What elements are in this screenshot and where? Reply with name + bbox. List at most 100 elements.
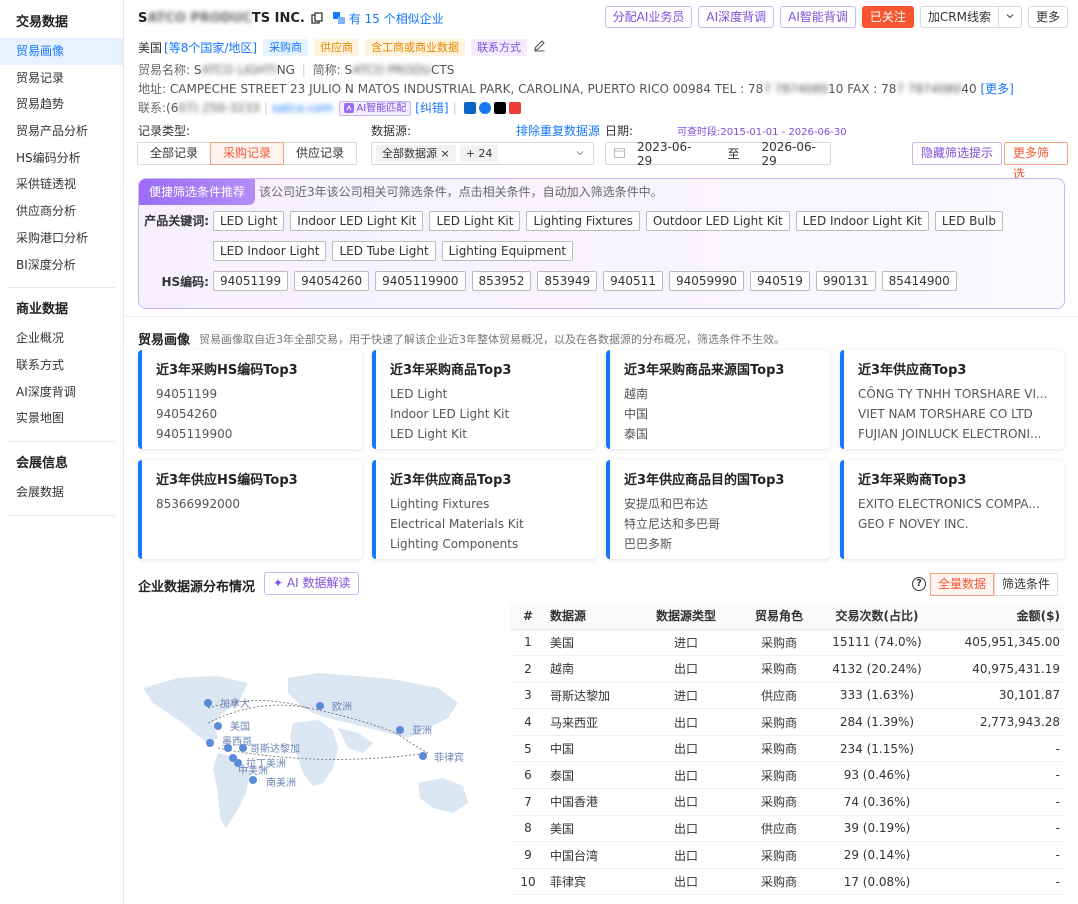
date-from[interactable]: 2023-06-29 (637, 140, 705, 168)
card-item[interactable]: Electrical Materials Kit (390, 514, 582, 534)
table-cell[interactable]: 采购商 (738, 788, 820, 816)
followed-button[interactable]: 已关注 (861, 6, 914, 28)
ai-data-interpret-button[interactable]: ✦ AI 数据解读 (264, 572, 360, 595)
table-row[interactable]: 4 马来西亚 出口 采购商 284 (1.39%) 2,773,943.28 (510, 708, 1064, 736)
table-row[interactable]: 5 中国 出口 采购商 234 (1.15%) - (510, 735, 1064, 763)
table-cell[interactable]: 采购商 (738, 868, 820, 896)
card-item[interactable]: 94054260 (156, 404, 348, 424)
table-row[interactable]: 7 中国香港 出口 采购商 74 (0.36%) - (510, 788, 1064, 816)
table-row[interactable]: 1 美国 进口 采购商 15111 (74.0%) 405,951,345.00 (510, 629, 1064, 657)
hs-code-tag[interactable]: 853952 (471, 271, 532, 291)
keyword-tag[interactable]: Outdoor LED Light Kit (645, 211, 790, 231)
sidebar-item-supplier-analysis[interactable]: 供应商分析 (0, 198, 123, 225)
table-cell[interactable]: 采购商 (738, 629, 820, 657)
card-item[interactable]: 中国 (624, 404, 816, 424)
ai-smart-check-button[interactable]: AI智能背调 (780, 6, 856, 28)
card-item[interactable]: Lighting Fixtures (390, 494, 582, 514)
sidebar-item-trade-trend[interactable]: 贸易趋势 (0, 91, 123, 118)
sidebar-item-street-map[interactable]: 实景地图 (0, 405, 123, 432)
hs-code-tag[interactable]: 940511 (603, 271, 663, 291)
hs-code-tag[interactable]: 940519 (750, 271, 810, 291)
card-item[interactable]: 越南 (624, 384, 816, 404)
x-twitter-icon[interactable] (493, 102, 506, 114)
card-item[interactable]: 安提瓜和巴布达 (624, 494, 816, 514)
add-crm-button[interactable]: 加CRM线索 (921, 7, 999, 27)
exclude-duplicate-link[interactable]: 排除重复数据源 (516, 122, 600, 139)
card-item[interactable]: Lighting Components (390, 534, 582, 554)
table-cell[interactable]: 采购商 (738, 841, 820, 869)
sidebar-item-trade-portrait[interactable]: 贸易画像 (0, 38, 123, 65)
card-item[interactable]: 泰国 (624, 424, 816, 444)
table-cell[interactable]: 采购商 (738, 735, 820, 763)
sidebar-item-expo-data[interactable]: 会展数据 (0, 479, 123, 506)
keyword-tag[interactable]: LED Light (213, 211, 285, 231)
sidebar-item-product-analysis[interactable]: 贸易产品分析 (0, 118, 123, 145)
table-cell[interactable]: 采购商 (738, 655, 820, 683)
card-item[interactable]: LED Light Kit (390, 424, 582, 444)
edit-icon[interactable] (533, 39, 546, 55)
record-type-all[interactable]: 全部记录 (137, 142, 212, 165)
card-item[interactable]: Indoor LED Light Kit (390, 404, 582, 424)
ai-deep-check-button[interactable]: AI深度背调 (698, 6, 775, 28)
keyword-tag[interactable]: Lighting Equipment (441, 241, 574, 261)
keyword-tag[interactable]: LED Bulb (934, 211, 1003, 231)
table-row[interactable]: 6 泰国 出口 采购商 93 (0.46%) - (510, 761, 1064, 790)
help-icon[interactable]: ? (912, 577, 926, 591)
hs-code-tag[interactable]: 990131 (815, 271, 876, 291)
hs-code-tag[interactable]: 85414900 (881, 271, 957, 291)
card-item[interactable]: GEO F NOVEY INC. (858, 514, 1050, 534)
hide-filter-tips-button[interactable]: 隐藏筛选提示 (912, 142, 1003, 165)
card-item[interactable]: 94051199 (156, 384, 348, 404)
keyword-tag[interactable]: LED Tube Light (332, 241, 436, 261)
hs-code-tag[interactable]: 94051199 (213, 271, 289, 291)
facebook-icon[interactable] (478, 102, 491, 114)
card-item[interactable]: FUJIAN JOINLUCK ELECTRONI... (858, 424, 1050, 444)
close-icon[interactable]: × (441, 147, 450, 160)
hs-code-tag[interactable]: 94059990 (668, 271, 745, 291)
sidebar-item-port-analysis[interactable]: 采购港口分析 (0, 225, 123, 252)
keyword-tag[interactable]: LED Indoor Light (213, 241, 327, 261)
date-range-picker[interactable]: 2023-06-29 至 2026-06-29 (605, 140, 831, 168)
sidebar-item-trade-records[interactable]: 贸易记录 (0, 65, 123, 92)
card-item[interactable]: LED Light (390, 384, 582, 404)
datasource-select[interactable]: 全部数据源 × + 24 (371, 142, 594, 165)
keyword-tag[interactable]: Lighting Fixtures (526, 211, 640, 231)
card-item[interactable]: 9405119900 (156, 424, 348, 444)
toggle-filter-data[interactable]: 筛选条件 (994, 573, 1059, 596)
world-map[interactable]: 加拿大 欧洲 美国 亚洲 菲律宾 墨西哥 南美洲 拉丁美洲 哥斯达黎加 中美洲 (138, 668, 478, 848)
table-cell[interactable]: 采购商 (738, 761, 820, 790)
correct-link[interactable]: [纠错] (415, 100, 448, 116)
card-item[interactable]: VIET NAM TORSHARE CO LTD (858, 404, 1050, 424)
more-filters-button[interactable]: 更多筛选 (1004, 142, 1068, 181)
card-item[interactable]: 特立尼达和多巴哥 (624, 514, 816, 534)
chevron-down-icon[interactable] (999, 7, 1021, 27)
more-button[interactable]: 更多 (1027, 6, 1068, 28)
assign-ai-sales-button[interactable]: 分配AI业务员 (604, 6, 693, 28)
similar-companies-link[interactable]: 有 15 个相似企业 (332, 10, 444, 27)
date-to[interactable]: 2026-06-29 (762, 140, 830, 168)
address-more-link[interactable]: [更多] (980, 82, 1013, 96)
hs-code-tag[interactable]: 9405119900 (375, 271, 466, 291)
youtube-icon[interactable] (508, 102, 521, 114)
hs-code-tag[interactable]: 94054260 (294, 271, 370, 291)
table-row[interactable]: 9 中国台湾 出口 采购商 29 (0.14%) - (510, 841, 1064, 869)
table-row[interactable]: 2 越南 出口 采购商 4132 (20.24%) 40,975,431.19 (510, 655, 1064, 683)
sidebar-item-bi-analysis[interactable]: BI深度分析 (0, 252, 123, 279)
keyword-tag[interactable]: LED Indoor Light Kit (795, 211, 929, 231)
sidebar-item-supply-chain[interactable]: 采供链透视 (0, 171, 123, 198)
sidebar-item-hs-analysis[interactable]: HS编码分析 (0, 145, 123, 172)
table-cell[interactable]: 供应商 (738, 815, 820, 843)
toggle-all-data[interactable]: 全量数据 (930, 573, 995, 596)
table-row[interactable]: 10 菲律宾 出口 采购商 17 (0.08%) - (510, 868, 1064, 896)
card-item[interactable]: CÔNG TY TNHH TORSHARE VI... (858, 384, 1050, 404)
table-cell[interactable]: 供应商 (738, 682, 820, 710)
contact-website-masked[interactable]: satco.com (272, 100, 333, 116)
table-row[interactable]: 3 哥斯达黎加 进口 供应商 333 (1.63%) 30,101.87 (510, 682, 1064, 710)
copy-icon[interactable] (311, 12, 323, 24)
sidebar-item-contacts[interactable]: 联系方式 (0, 352, 123, 379)
sidebar-item-ai-deep-check[interactable]: AI深度背调 (0, 379, 123, 406)
table-cell[interactable]: 采购商 (738, 708, 820, 736)
card-item[interactable]: EXITO ELECTRONICS COMPA... (858, 494, 1050, 514)
table-row[interactable]: 8 美国 出口 供应商 39 (0.19%) - (510, 815, 1064, 843)
card-item[interactable]: 巴巴多斯 (624, 534, 816, 554)
